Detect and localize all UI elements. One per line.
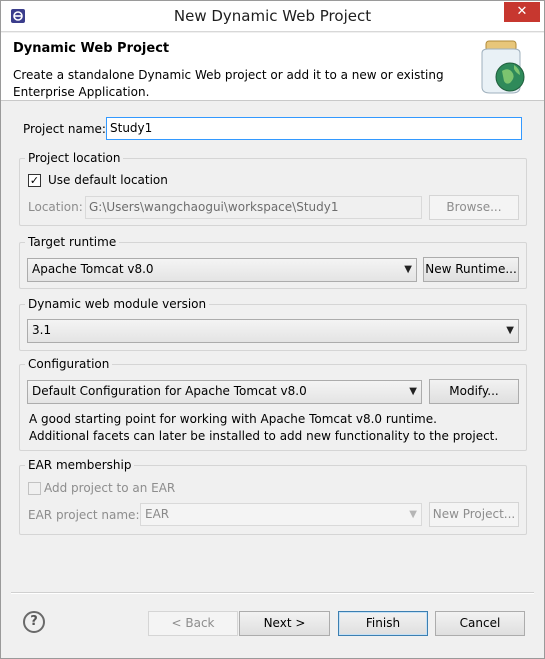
use-default-location-label: Use default location — [48, 173, 168, 187]
chevron-down-icon: ▼ — [404, 264, 412, 275]
location-input[interactable]: G:\Users\wangchaogui\workspace\Study1 — [85, 196, 422, 219]
configuration-value: Default Configuration for Apache Tomcat … — [32, 384, 307, 398]
new-runtime-button[interactable]: New Runtime... — [423, 257, 519, 282]
target-runtime-value: Apache Tomcat v8.0 — [32, 262, 154, 276]
chevron-down-icon: ▼ — [506, 325, 514, 336]
back-button[interactable]: < Back — [148, 611, 238, 636]
project-name-label: Project name: — [23, 122, 106, 136]
configuration-description: A good starting point for working with A… — [29, 412, 499, 443]
modify-button[interactable]: Modify... — [429, 379, 519, 404]
project-location-title: Project location — [25, 151, 124, 165]
chevron-down-icon: ▼ — [409, 509, 417, 520]
use-default-location-checkbox[interactable]: ✓ — [28, 174, 41, 187]
module-version-value: 3.1 — [32, 323, 52, 337]
ear-project-name-select[interactable]: EAR ▼ — [140, 503, 422, 526]
ear-project-name-value: EAR — [145, 507, 170, 521]
banner-description: Create a standalone Dynamic Web project … — [13, 68, 444, 99]
module-version-select[interactable]: 3.1 ▼ — [27, 319, 519, 343]
project-name-input[interactable]: Study1 — [106, 117, 522, 140]
new-ear-project-button[interactable]: New Project... — [429, 502, 519, 527]
location-label: Location: — [28, 200, 83, 214]
browse-button[interactable]: Browse... — [429, 195, 519, 220]
module-version-title: Dynamic web module version — [25, 297, 210, 311]
add-to-ear-label: Add project to an EAR — [44, 481, 176, 495]
target-runtime-select[interactable]: Apache Tomcat v8.0 ▼ — [27, 258, 417, 282]
close-button[interactable]: ✕ — [504, 2, 540, 22]
title-bar: New Dynamic Web Project ✕ — [1, 1, 544, 32]
window-title: New Dynamic Web Project — [173, 7, 372, 25]
chevron-down-icon: ▼ — [409, 386, 417, 397]
add-to-ear-checkbox[interactable] — [28, 482, 41, 495]
banner-title: Dynamic Web Project — [13, 41, 170, 56]
checkmark-icon: ✓ — [29, 174, 40, 187]
next-button[interactable]: Next > — [239, 611, 330, 636]
wizard-banner: Dynamic Web Project Create a standalone … — [1, 33, 544, 101]
ear-project-name-label: EAR project name: — [28, 508, 140, 522]
finish-button[interactable]: Finish — [338, 611, 428, 636]
target-runtime-title: Target runtime — [25, 235, 120, 249]
configuration-select[interactable]: Default Configuration for Apache Tomcat … — [27, 380, 422, 404]
help-icon[interactable]: ? — [23, 611, 45, 633]
ear-membership-title: EAR membership — [25, 458, 135, 472]
dialog-window: New Dynamic Web Project ✕ Dynamic Web Pr… — [0, 0, 545, 659]
cancel-button[interactable]: Cancel — [435, 611, 525, 636]
configuration-title: Configuration — [25, 357, 113, 371]
footer-separator — [11, 592, 534, 594]
jar-globe-icon — [481, 40, 525, 94]
